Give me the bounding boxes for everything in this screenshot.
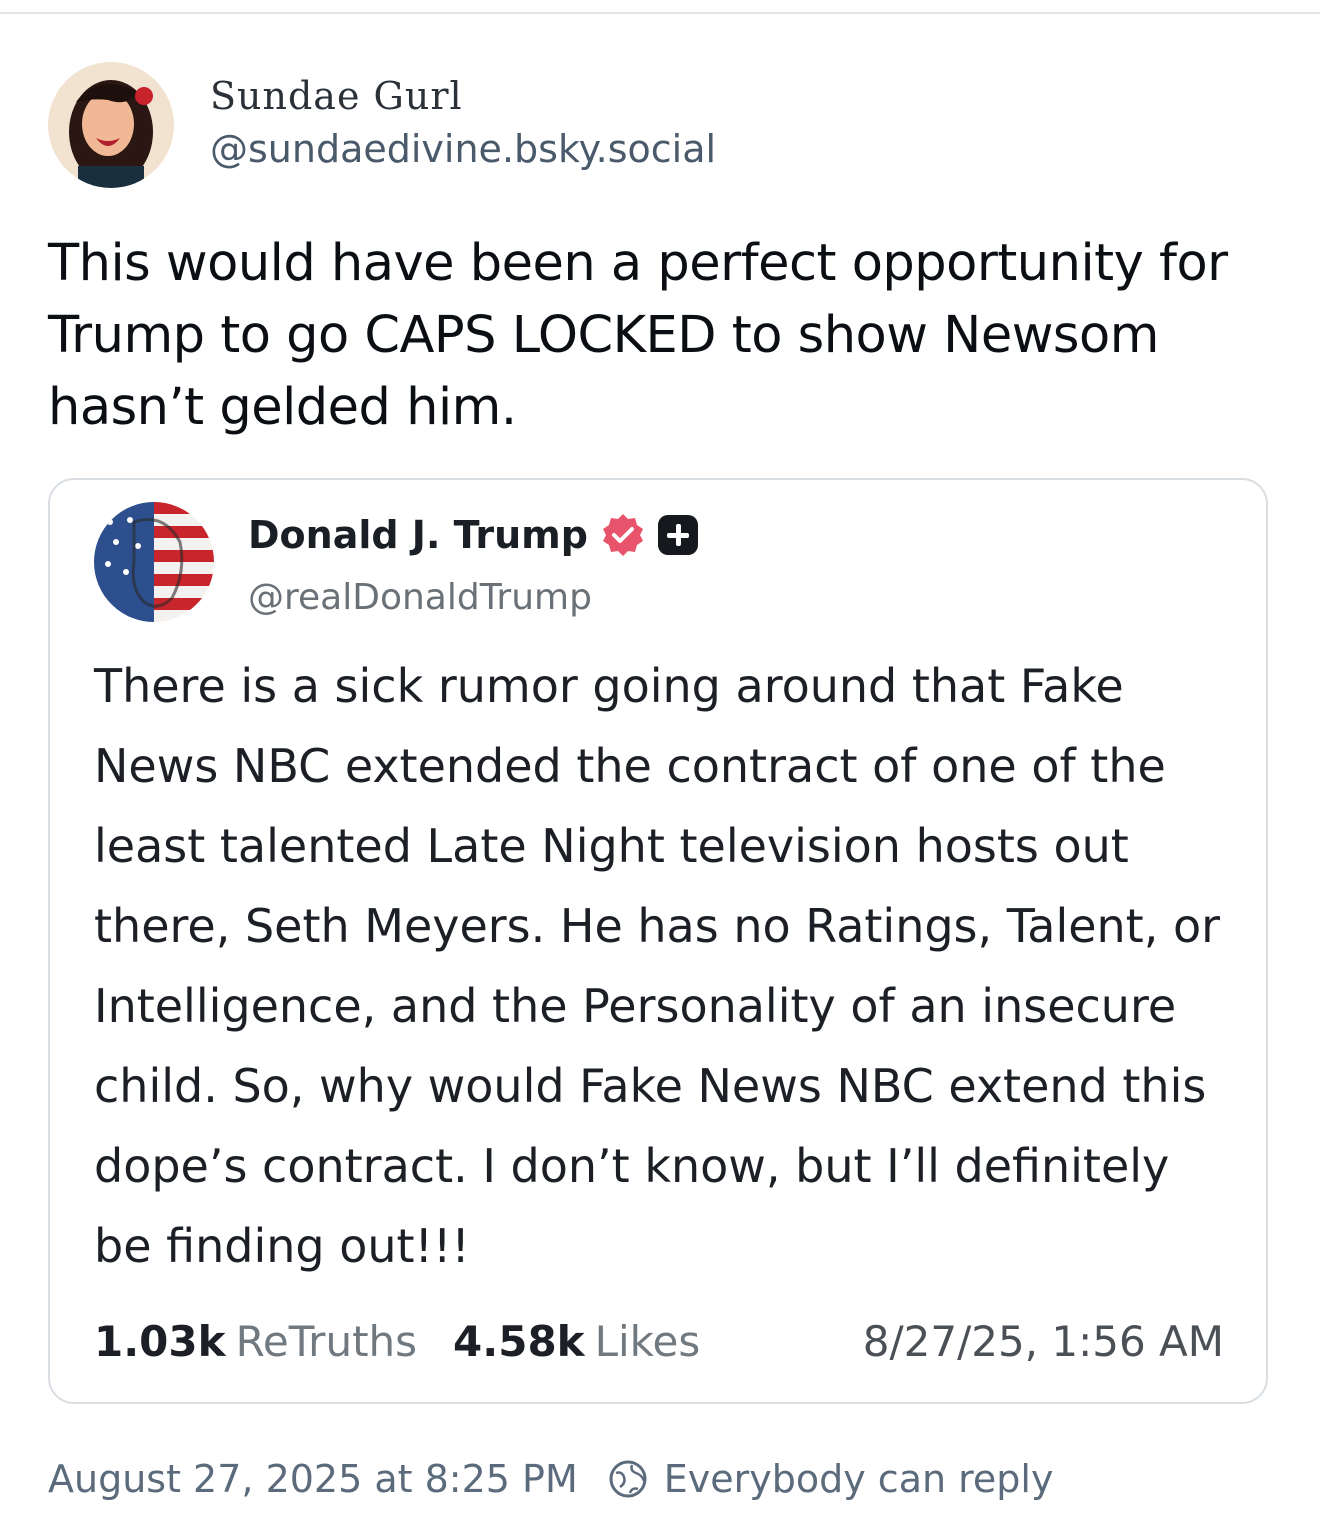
post-timestamp[interactable]: August 27, 2025 at 8:25 PM (48, 1452, 578, 1506)
quoted-post-card[interactable]: Donald J. Trump @realDonaldTrump There i… (48, 478, 1268, 1404)
likes-stat: 4.58k Likes (453, 1312, 700, 1372)
quoted-author-avatar[interactable] (94, 502, 214, 622)
author-handle[interactable]: @sundaedivine.bsky.social (210, 122, 716, 176)
plus-square-icon (657, 515, 698, 555)
retruths-label: ReTruths (235, 1317, 418, 1366)
globe-icon (609, 1460, 647, 1498)
verified-badge-icon (602, 514, 643, 556)
post-header: Sundae Gurl @sundaedivine.bsky.social (48, 62, 716, 188)
quoted-post-text: There is a sick rumor going around that … (94, 659, 1221, 1273)
post-text: This would have been a perfect opportuni… (48, 234, 1228, 437)
author-info: Sundae Gurl @sundaedivine.bsky.social (210, 74, 716, 176)
quoted-post-stats: 1.03k ReTruths 4.58k Likes 8/27/25, 1:56 A… (94, 1312, 1224, 1372)
retruths-count: 1.03k (94, 1317, 226, 1366)
post-footer: August 27, 2025 at 8:25 PM Everybody can… (48, 1452, 1053, 1506)
author-avatar[interactable] (48, 62, 174, 188)
likes-label: Likes (594, 1317, 701, 1366)
likes-count: 4.58k (453, 1317, 585, 1366)
quoted-author-name[interactable]: Donald J. Trump (248, 510, 588, 560)
quoted-post-timestamp: 8/27/25, 1:56 AM (862, 1317, 1224, 1366)
quoted-author-handle[interactable]: @realDonaldTrump (248, 574, 592, 622)
quoted-author-name-row: Donald J. Trump (248, 510, 698, 560)
author-display-name[interactable]: Sundae Gurl (210, 74, 716, 118)
retruths-stat: 1.03k ReTruths (94, 1312, 417, 1372)
reply-setting[interactable]: Everybody can reply (664, 1452, 1054, 1506)
top-divider (0, 12, 1320, 14)
